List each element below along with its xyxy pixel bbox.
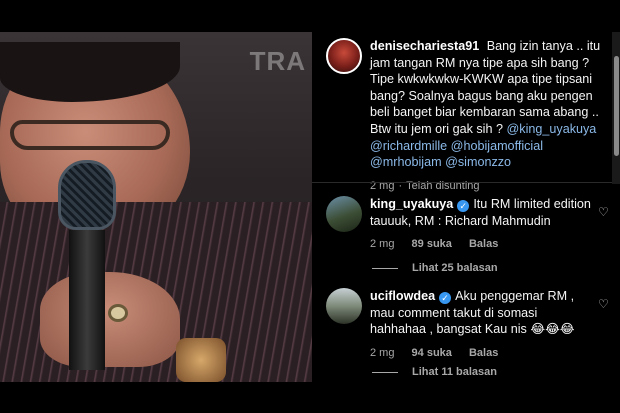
like-count[interactable]: 94 suka bbox=[412, 347, 452, 359]
content-area: TRA denisechariesta91 Bang izin tanya ..… bbox=[0, 32, 620, 382]
comment-meta: 2 mg 94 suka Balas bbox=[370, 345, 596, 362]
microphone-head bbox=[58, 160, 116, 230]
username[interactable]: king_uyakuya bbox=[370, 197, 453, 211]
comment: uciflowdea ✓ Aku penggemar RM , mau commen… bbox=[326, 288, 612, 361]
comment: king_uyakuya ✓ Itu RM limited edition tauu… bbox=[326, 196, 612, 253]
view-replies-label: Lihat 25 balasan bbox=[412, 262, 498, 274]
avatar[interactable] bbox=[326, 38, 362, 74]
comment-body: king_uyakuya ✓ Itu RM limited edition tauu… bbox=[370, 196, 592, 253]
microphone bbox=[58, 160, 116, 370]
like-count[interactable]: 89 suka bbox=[412, 238, 452, 250]
avatar[interactable] bbox=[326, 196, 362, 232]
video-still: TRA bbox=[0, 32, 312, 382]
replies-line bbox=[372, 371, 398, 373]
hair bbox=[0, 42, 180, 102]
ring bbox=[108, 304, 128, 322]
replies-line bbox=[372, 267, 398, 269]
comments-panel[interactable]: denisechariesta91 Bang izin tanya .. itu… bbox=[312, 32, 620, 382]
view-replies-button[interactable]: Lihat 25 balasan bbox=[372, 262, 498, 274]
verified-badge-icon: ✓ bbox=[457, 200, 470, 212]
reply-button[interactable]: Balas bbox=[469, 238, 498, 250]
screenshot-frame: TRA denisechariesta91 Bang izin tanya ..… bbox=[0, 0, 620, 413]
username[interactable]: uciflowdea bbox=[370, 289, 435, 303]
username[interactable]: denisechariesta91 bbox=[370, 39, 479, 53]
tv-logo-text: TRA bbox=[249, 46, 306, 76]
avatar[interactable] bbox=[326, 288, 362, 324]
timestamp[interactable]: 2 mg bbox=[370, 347, 394, 359]
post-meta: 2 mg · Telah disunting bbox=[370, 178, 612, 195]
microphone-body bbox=[69, 230, 105, 370]
reply-button[interactable]: Balas bbox=[469, 347, 498, 359]
mention[interactable]: @hobijamofficial bbox=[451, 139, 543, 153]
view-replies-button[interactable]: Lihat 11 balasan bbox=[372, 366, 497, 378]
mention[interactable]: @king_uyakuya bbox=[507, 122, 597, 136]
scrollbar-thumb[interactable] bbox=[614, 56, 619, 156]
timestamp[interactable]: 2 mg bbox=[370, 238, 394, 250]
comment-meta: 2 mg 89 suka Balas bbox=[370, 236, 592, 253]
scrollbar[interactable] bbox=[612, 32, 620, 184]
glasses bbox=[10, 120, 170, 150]
heart-icon[interactable]: ♡ bbox=[598, 298, 610, 310]
mention[interactable]: @richardmille bbox=[370, 139, 447, 153]
wristwatch bbox=[176, 338, 226, 382]
mention[interactable]: @mrhobijam bbox=[370, 155, 442, 169]
comment-body: uciflowdea ✓ Aku penggemar RM , mau commen… bbox=[370, 288, 596, 361]
comment-text: king_uyakuya ✓ Itu RM limited edition tauu… bbox=[370, 196, 592, 229]
mention[interactable]: @simonzzo bbox=[445, 155, 511, 169]
heart-icon[interactable]: ♡ bbox=[598, 206, 610, 218]
post-body: denisechariesta91 Bang izin tanya .. itu… bbox=[370, 38, 612, 194]
view-replies-label: Lihat 11 balasan bbox=[412, 366, 497, 378]
caption-text: denisechariesta91 Bang izin tanya .. itu… bbox=[370, 38, 612, 171]
divider bbox=[312, 182, 612, 183]
post-caption: denisechariesta91 Bang izin tanya .. itu… bbox=[326, 38, 612, 194]
comment-text: uciflowdea ✓ Aku penggemar RM , mau commen… bbox=[370, 288, 596, 338]
verified-badge-icon: ✓ bbox=[439, 292, 452, 304]
